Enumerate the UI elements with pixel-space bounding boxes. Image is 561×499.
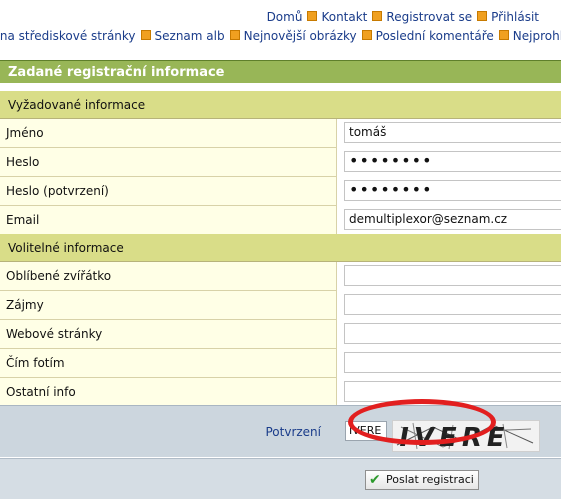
form-row-other-info: Ostatní info xyxy=(0,378,561,407)
bullet-square-icon xyxy=(140,30,151,40)
camera-input[interactable] xyxy=(344,352,561,373)
field-cell xyxy=(337,320,561,349)
form-row-email: Email demultiplexor@seznam.cz xyxy=(0,206,561,235)
form-row-password-confirm: Heslo (potvrzení) •••••••• xyxy=(0,177,561,206)
form-row-camera: Čím fotím xyxy=(0,349,561,378)
field-label: Heslo xyxy=(6,155,40,169)
website-input[interactable] xyxy=(344,323,561,344)
field-cell: demultiplexor@seznam.cz xyxy=(337,206,561,235)
interests-input[interactable] xyxy=(344,294,561,315)
form-row-website: Webové stránky xyxy=(0,320,561,349)
field-label: Webové stránky xyxy=(6,327,103,341)
field-cell: •••••••• xyxy=(337,177,561,206)
field-cell xyxy=(337,291,561,320)
bullet-square-icon xyxy=(498,30,509,40)
field-cell: •••••••• xyxy=(337,148,561,177)
form-row-favorite-animal: Oblíbené zvířátko xyxy=(0,262,561,291)
nav-home-link[interactable]: Domů xyxy=(267,10,303,24)
bullet-square-icon xyxy=(372,11,383,21)
field-label: Heslo (potvrzení) xyxy=(6,184,109,198)
name-input[interactable]: tomáš xyxy=(344,122,561,143)
field-cell xyxy=(337,262,561,291)
field-label: Oblíbené zvířátko xyxy=(6,269,112,283)
other-info-input[interactable] xyxy=(344,381,561,402)
field-label: Email xyxy=(6,213,40,227)
nav-most-viewed-link[interactable]: Nejprohlíženějš xyxy=(513,29,561,43)
field-label: Zájmy xyxy=(6,298,44,312)
email-input[interactable]: demultiplexor@seznam.cz xyxy=(344,209,561,230)
form-row-password: Heslo •••••••• xyxy=(0,148,561,177)
secondary-nav: ět na střediskové stránky Seznam alb Nejno… xyxy=(0,29,561,43)
required-section-header: Vyžadované informace xyxy=(0,91,561,119)
field-cell: tomáš xyxy=(337,119,561,148)
password-input[interactable]: •••••••• xyxy=(344,151,561,172)
field-cell xyxy=(337,349,561,378)
bullet-square-icon xyxy=(229,30,240,40)
submit-registration-button[interactable]: ✔ Poslat registraci xyxy=(365,470,479,490)
submit-row: ✔ Poslat registraci xyxy=(0,458,561,499)
nav-contact-link[interactable]: Kontakt xyxy=(321,10,367,24)
checkmark-icon: ✔ xyxy=(369,472,381,488)
bullet-square-icon xyxy=(361,30,372,40)
nav-latest-comments-link[interactable]: Poslední komentáře xyxy=(376,29,494,43)
registration-page: Domů Kontakt Registrovat se Přihlásit ět na… xyxy=(0,0,561,499)
highlight-oval xyxy=(348,399,496,445)
field-label: Čím fotím xyxy=(6,356,65,370)
field-label: Jméno xyxy=(6,126,44,140)
nav-register-link[interactable]: Registrovat se xyxy=(386,10,472,24)
bullet-square-icon xyxy=(477,11,488,21)
form-row-name: Jméno tomáš xyxy=(0,119,561,148)
nav-login-link[interactable]: Přihlásit xyxy=(491,10,539,24)
nav-latest-images-link[interactable]: Nejnovější obrázky xyxy=(244,29,357,43)
password-confirm-input[interactable]: •••••••• xyxy=(344,180,561,201)
favorite-animal-input[interactable] xyxy=(344,265,561,286)
optional-section-header: Volitelné informace xyxy=(0,234,561,262)
form-title: Zadané registrační informace xyxy=(0,61,561,85)
field-label: Ostatní info xyxy=(6,385,76,399)
top-nav: Domů Kontakt Registrovat se Přihlásit xyxy=(267,10,539,24)
form-row-interests: Zájmy xyxy=(0,291,561,320)
captcha-label: Potvrzení xyxy=(265,425,321,439)
nav-back-to-site-link[interactable]: ět na střediskové stránky xyxy=(0,29,136,43)
submit-label: Poslat registraci xyxy=(386,473,474,486)
bullet-square-icon xyxy=(307,11,318,21)
nav-album-list-link[interactable]: Seznam alb xyxy=(155,29,225,43)
